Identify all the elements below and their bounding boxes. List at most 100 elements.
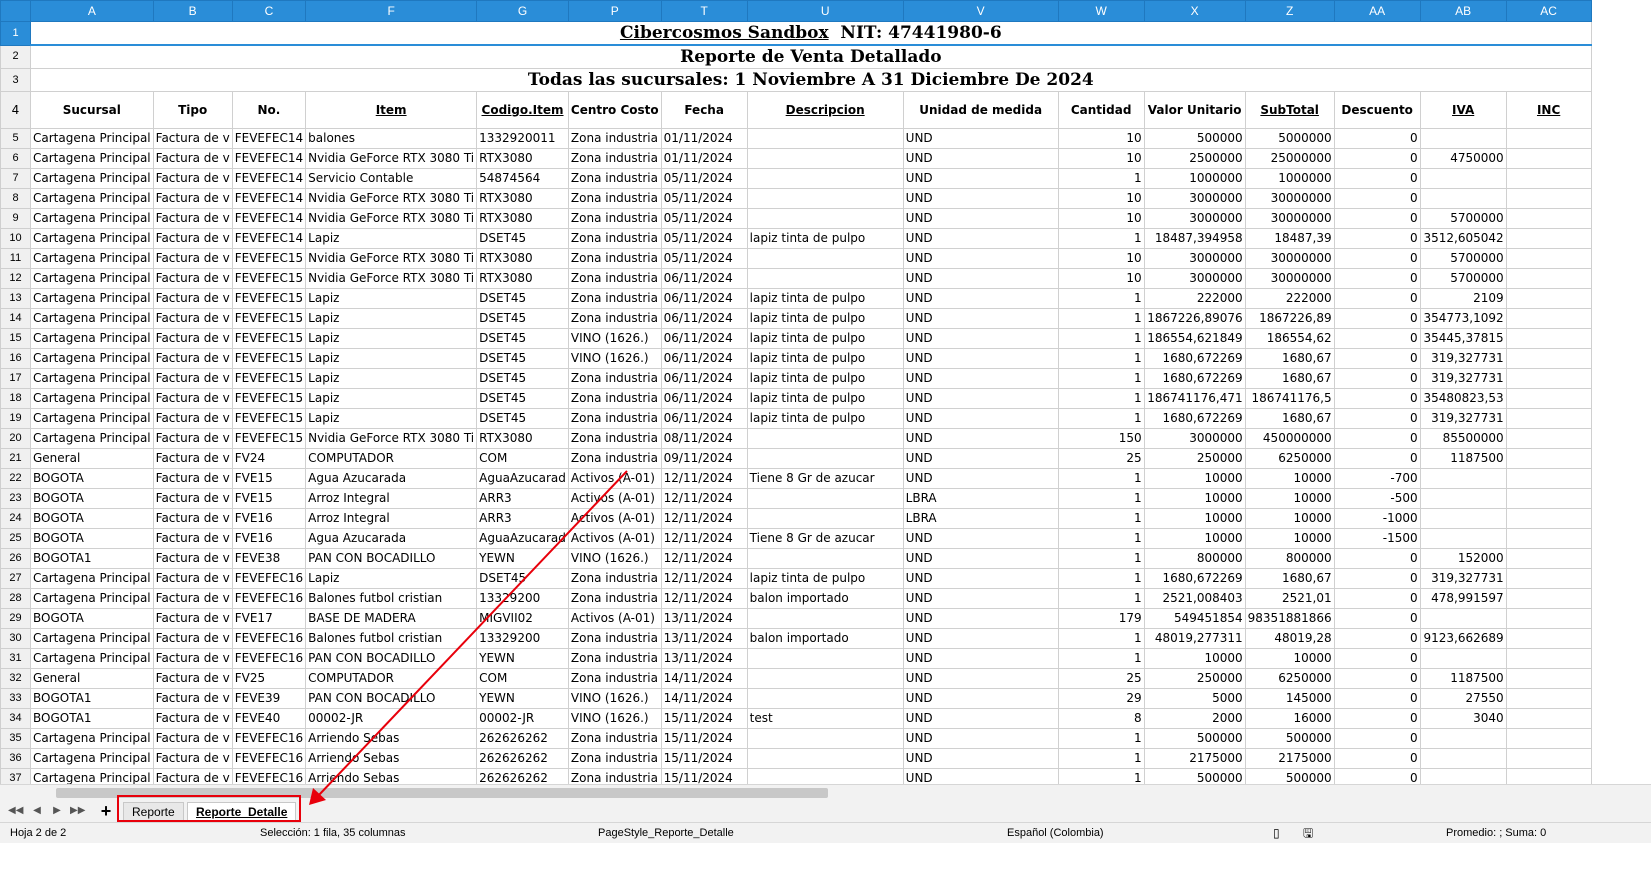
table-cell[interactable]: 186554,621849: [1143, 328, 1246, 349]
table-cell[interactable]: Zona industria: [567, 368, 662, 389]
table-cell[interactable]: Cartagena Principal: [30, 148, 154, 169]
table-cell[interactable]: 85500000: [1419, 428, 1507, 449]
table-cell[interactable]: General: [30, 448, 154, 469]
table-cell[interactable]: FVE15: [231, 468, 307, 489]
table-cell[interactable]: 0: [1333, 168, 1421, 189]
table-cell[interactable]: 0: [1333, 288, 1421, 309]
table-cell[interactable]: Factura de v: [152, 548, 233, 569]
table-cell[interactable]: Cartagena Principal: [30, 728, 154, 749]
table-cell[interactable]: COM: [476, 448, 569, 469]
table-cell[interactable]: 1: [1057, 748, 1145, 769]
table-cell[interactable]: 8: [1057, 708, 1145, 729]
table-cell[interactable]: balon importado: [746, 588, 904, 609]
table-cell[interactable]: 0: [1333, 128, 1421, 149]
table-cell[interactable]: 30000000: [1244, 268, 1335, 289]
table-cell[interactable]: 152000: [1419, 548, 1507, 569]
table-cell[interactable]: Nvidia GeForce RTX 3080 Ti: [305, 248, 478, 269]
prev-sheet-icon[interactable]: ◀: [30, 803, 44, 819]
table-cell[interactable]: Nvidia GeForce RTX 3080 Ti: [305, 428, 478, 449]
table-cell[interactable]: 2521,01: [1244, 588, 1335, 609]
table-cell[interactable]: 06/11/2024: [660, 328, 748, 349]
table-cell[interactable]: DSET45: [476, 388, 569, 409]
column-header[interactable]: V: [902, 0, 1059, 22]
table-cell[interactable]: Zona industria: [567, 428, 662, 449]
table-cell[interactable]: 3000000: [1143, 188, 1246, 209]
table-cell[interactable]: Lapiz: [305, 408, 478, 429]
row-header[interactable]: 27: [0, 568, 31, 589]
table-cell[interactable]: 319,327731: [1419, 348, 1507, 369]
table-cell[interactable]: Arriendo Sebas: [305, 748, 478, 769]
table-cell[interactable]: Cartagena Principal: [30, 328, 154, 349]
row-header[interactable]: 9: [0, 208, 31, 229]
table-cell[interactable]: lapiz tinta de pulpo: [746, 288, 904, 309]
table-cell[interactable]: [1419, 468, 1507, 489]
table-cell[interactable]: BOGOTA1: [30, 708, 154, 729]
table-cell[interactable]: FVE17: [231, 608, 307, 629]
row-header[interactable]: 10: [0, 228, 31, 249]
table-cell[interactable]: UND: [902, 328, 1059, 349]
table-cell[interactable]: UND: [902, 388, 1059, 409]
table-cell[interactable]: [1505, 528, 1592, 549]
table-cell[interactable]: UND: [902, 728, 1059, 749]
row-header[interactable]: 30: [0, 628, 31, 649]
table-cell[interactable]: [1505, 148, 1592, 169]
table-cell[interactable]: [746, 648, 904, 669]
table-cell[interactable]: Cartagena Principal: [30, 348, 154, 369]
table-cell[interactable]: [1505, 128, 1592, 149]
table-cell[interactable]: 6250000: [1244, 448, 1335, 469]
table-cell[interactable]: 30000000: [1244, 188, 1335, 209]
table-cell[interactable]: VINO (1626.): [567, 328, 662, 349]
table-cell[interactable]: Factura de v: [152, 148, 233, 169]
table-cell[interactable]: 13329200: [476, 628, 569, 649]
table-cell[interactable]: 5700000: [1419, 208, 1507, 229]
table-cell[interactable]: 222000: [1143, 288, 1246, 309]
table-cell[interactable]: FEVEFEC15: [231, 248, 307, 269]
table-cell[interactable]: [746, 428, 904, 449]
table-cell[interactable]: 1680,672269: [1143, 568, 1246, 589]
table-cell[interactable]: [746, 488, 904, 509]
table-cell[interactable]: UND: [902, 468, 1059, 489]
table-cell[interactable]: 2521,008403: [1143, 588, 1246, 609]
table-cell[interactable]: [1505, 168, 1592, 189]
table-cell[interactable]: UND: [902, 528, 1059, 549]
table-cell[interactable]: FEVE38: [231, 548, 307, 569]
table-cell[interactable]: 10: [1057, 268, 1145, 289]
table-cell[interactable]: DSET45: [476, 228, 569, 249]
table-cell[interactable]: 10000: [1244, 508, 1335, 529]
table-cell[interactable]: Factura de v: [152, 488, 233, 509]
table-cell[interactable]: 12/11/2024: [660, 468, 748, 489]
table-cell[interactable]: [1419, 508, 1507, 529]
table-cell[interactable]: DSET45: [476, 368, 569, 389]
table-cell[interactable]: [1505, 388, 1592, 409]
table-cell[interactable]: [1505, 328, 1592, 349]
table-cell[interactable]: Activos (A-01): [567, 508, 662, 529]
table-cell[interactable]: RTX3080: [476, 188, 569, 209]
table-cell[interactable]: UND: [902, 308, 1059, 329]
column-header[interactable]: C: [231, 0, 307, 22]
table-cell[interactable]: 1: [1057, 628, 1145, 649]
table-cell[interactable]: 3000000: [1143, 428, 1246, 449]
table-cell[interactable]: LBRA: [902, 488, 1059, 509]
table-cell[interactable]: VINO (1626.): [567, 548, 662, 569]
table-cell[interactable]: 0: [1333, 408, 1421, 429]
table-cell[interactable]: 186741176,471: [1143, 388, 1246, 409]
table-cell[interactable]: Factura de v: [152, 748, 233, 769]
table-cell[interactable]: 1680,67: [1244, 348, 1335, 369]
table-cell[interactable]: FEVEFEC14: [231, 188, 307, 209]
table-cell[interactable]: 0: [1333, 548, 1421, 569]
table-cell[interactable]: 3512,605042: [1419, 228, 1507, 249]
table-cell[interactable]: 500000: [1244, 728, 1335, 749]
row-header[interactable]: 2: [0, 44, 31, 69]
plus-icon[interactable]: +: [97, 800, 115, 822]
table-cell[interactable]: UND: [902, 208, 1059, 229]
table-cell[interactable]: YEWN: [476, 648, 569, 669]
table-cell[interactable]: FEVEFEC15: [231, 408, 307, 429]
table-cell[interactable]: 800000: [1244, 548, 1335, 569]
table-cell[interactable]: 1680,672269: [1143, 368, 1246, 389]
column-header[interactable]: AA: [1333, 0, 1421, 22]
table-cell[interactable]: 06/11/2024: [660, 308, 748, 329]
table-cell[interactable]: 1680,672269: [1143, 408, 1246, 429]
table-cell[interactable]: [746, 728, 904, 749]
table-cell[interactable]: 08/11/2024: [660, 428, 748, 449]
table-cell[interactable]: Zona industria: [567, 228, 662, 249]
